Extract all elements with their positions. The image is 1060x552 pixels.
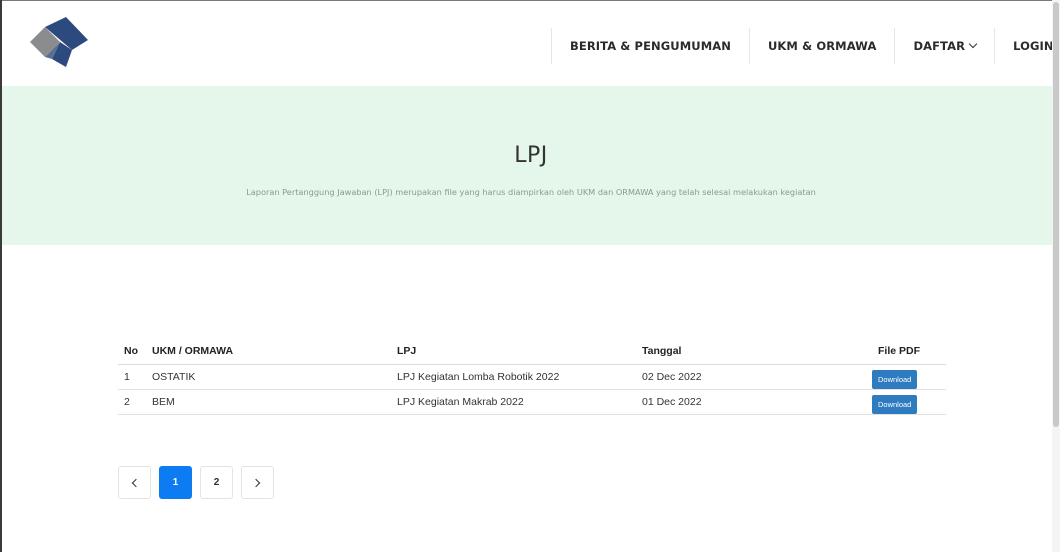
download-button[interactable]: Download (872, 369, 918, 389)
cell-ukm: OSTATIK (146, 364, 391, 390)
window-left-border (0, 0, 2, 552)
page-2-button[interactable]: 2 (200, 466, 233, 499)
nav-daftar-dropdown[interactable]: DAFTAR (894, 28, 994, 64)
chevron-down-icon (968, 39, 978, 49)
table-row: 2 BEM LPJ Kegiatan Makrab 2022 01 Dec 20… (118, 389, 946, 415)
hero-banner: LPJ Laporan Pertanggung Jawaban (LPJ) me… (2, 86, 1060, 245)
next-page-button[interactable] (241, 466, 274, 499)
nav-label: BERITA & PENGUMUMAN (570, 39, 731, 53)
page-title: LPJ (514, 143, 548, 168)
chevron-left-icon (131, 478, 141, 487)
nav-ukm-ormawa[interactable]: UKM & ORMAWA (748, 28, 894, 64)
table-row: 1 OSTATIK LPJ Kegiatan Lomba Robotik 202… (118, 364, 946, 390)
lpj-table: No UKM / ORMAWA LPJ Tanggal File PDF 1 O… (118, 338, 946, 415)
cell-file-pdf: Download (872, 389, 946, 415)
cell-ukm: BEM (146, 389, 391, 415)
scrollbar-thumb[interactable] (1053, 2, 1059, 427)
prev-page-button[interactable] (118, 466, 151, 499)
main-nav: BERITA & PENGUMUMAN UKM & ORMAWA DAFTAR … (551, 28, 1060, 64)
page-subtitle: Laporan Pertanggung Jawaban (LPJ) merupa… (246, 187, 816, 197)
nav-berita-pengumuman[interactable]: BERITA & PENGUMUMAN (551, 28, 749, 64)
nav-label: UKM & ORMAWA (767, 39, 877, 53)
cell-lpj: LPJ Kegiatan Makrab 2022 (391, 389, 636, 415)
page-1-button[interactable]: 1 (159, 466, 192, 499)
cell-no: 2 (118, 389, 146, 415)
header-file-pdf: File PDF (872, 338, 946, 365)
header-ukm-ormawa: UKM / ORMAWA (146, 338, 391, 365)
cell-file-pdf: Download (872, 364, 946, 390)
nav-login[interactable]: LOGIN (994, 28, 1060, 64)
cell-tanggal: 02 Dec 2022 (636, 364, 872, 390)
table-header-row: No UKM / ORMAWA LPJ Tanggal File PDF (118, 338, 946, 365)
chevron-right-icon (251, 478, 261, 487)
cell-tanggal: 01 Dec 2022 (636, 389, 872, 415)
site-logo[interactable] (26, 14, 90, 70)
header-tanggal: Tanggal (636, 338, 872, 365)
cell-lpj: LPJ Kegiatan Lomba Robotik 2022 (391, 364, 636, 390)
header-no: No (118, 338, 146, 365)
nav-label: DAFTAR (913, 39, 966, 53)
header-lpj: LPJ (391, 338, 636, 365)
nav-label: LOGIN (1013, 39, 1054, 53)
cell-no: 1 (118, 364, 146, 390)
download-button[interactable]: Download (872, 394, 918, 414)
pagination: 1 2 (118, 466, 282, 499)
window-top-border (0, 0, 1060, 1)
